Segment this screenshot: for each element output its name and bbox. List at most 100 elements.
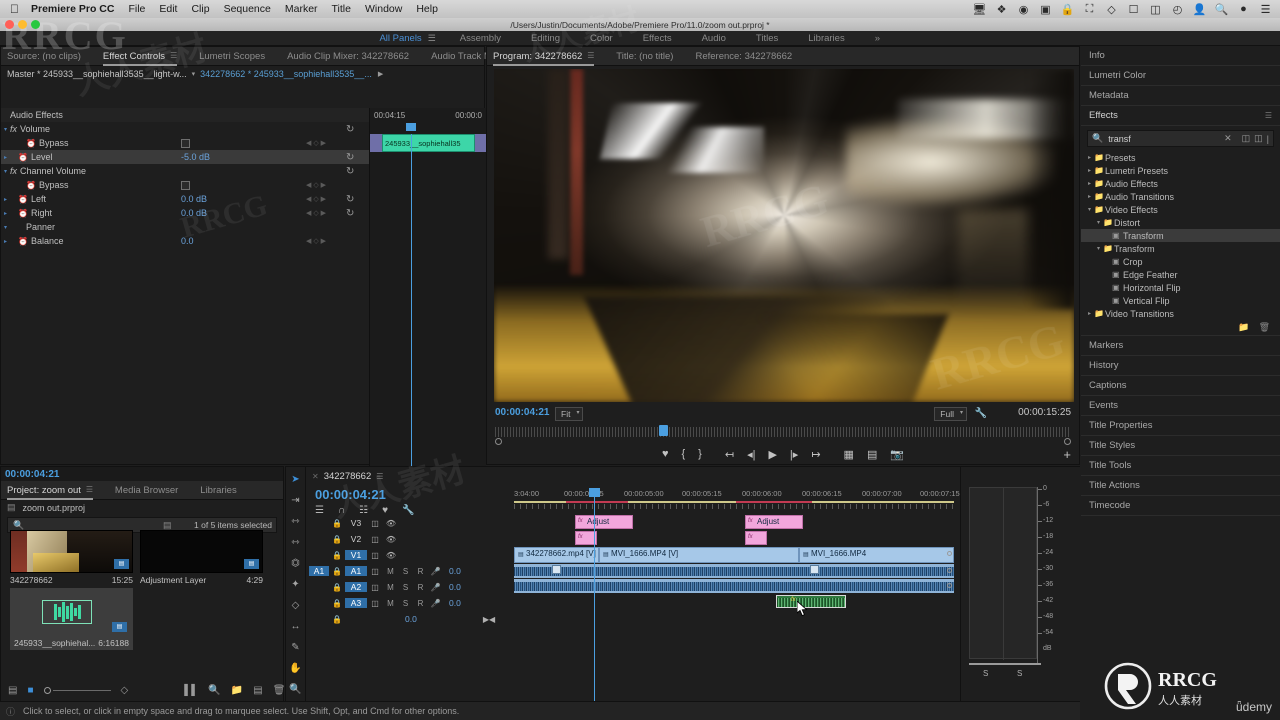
mark-out-icon[interactable]: } (698, 448, 702, 460)
button-editor-add[interactable]: + (1063, 447, 1071, 462)
lock-icon[interactable]: 🔒 (329, 615, 345, 624)
tree-item-audio-effects[interactable]: ▸ 📁 Audio Effects (1081, 177, 1280, 190)
stopwatch-icon[interactable]: ⏰ (18, 209, 28, 218)
panel-metadata[interactable]: Metadata (1081, 86, 1280, 106)
stopwatch-icon[interactable]: ⏰ (18, 195, 28, 204)
param-left[interactable]: ▸ ⏰ Left 0.0 dB ◀ ◇ ▶ ↻ (1, 192, 369, 206)
step-back-icon[interactable]: ◂| (747, 448, 755, 461)
clock-icon[interactable]: ◴ (1171, 3, 1184, 16)
battery-icon[interactable]: ◫ (1149, 3, 1162, 16)
clip-audio-a2[interactable] (514, 579, 954, 593)
reset-icon[interactable]: ↻ (346, 152, 354, 163)
go-to-in-icon[interactable]: ↤ (725, 448, 734, 461)
selection-tool[interactable]: ➤ (289, 473, 303, 485)
sync-lock-icon[interactable]: ◫ (367, 551, 383, 560)
clip-mvi1666-a[interactable]: ▤ MVI_1666.MP4 [V] (599, 547, 799, 563)
source-patch-a1[interactable]: A1 (309, 566, 329, 576)
panel-title-styles[interactable]: Title Styles (1081, 436, 1280, 456)
panel-title-properties[interactable]: Title Properties (1081, 416, 1280, 436)
panel-lumetri-color[interactable]: Lumetri Color (1081, 66, 1280, 86)
stopwatch-icon[interactable]: ⏰ (18, 153, 28, 162)
track-header-v2[interactable]: 🔒 V2 ◫ 👁 (307, 531, 514, 547)
clip-342278662-v[interactable]: ▤ 342278662.mp4 [V] (514, 547, 599, 563)
new-custom-bin-icon[interactable]: ◫ (1254, 133, 1263, 144)
in-point-handle[interactable] (495, 438, 502, 445)
track-header-a1[interactable]: A1 🔒 A1 ◫ M S R 🎤 0.0 (307, 563, 514, 579)
tree-item-distort[interactable]: ▾ 📁 Distort (1081, 216, 1280, 229)
workspace-all-panels[interactable]: All Panels (379, 33, 421, 44)
lock-icon[interactable]: 🔒 (329, 519, 345, 528)
tab-audio-clip-mixer[interactable]: Audio Clip Mixer: 342278662 (287, 51, 409, 62)
bypass-checkbox[interactable] (181, 138, 190, 148)
tab-project[interactable]: Project: zoom out ☰ (7, 485, 93, 500)
track-level-a2[interactable]: 0.0 (449, 582, 461, 592)
slide-tool[interactable]: ↔ (289, 620, 303, 632)
panel-menu-icon[interactable]: ☰ (587, 51, 594, 60)
lock-icon[interactable]: 🔒 (329, 599, 345, 608)
keyframe-toggle-icon[interactable]: ▶◀ (483, 615, 495, 624)
camera-icon[interactable]: ⛶ (1083, 3, 1096, 16)
disclosure-triangle-icon[interactable]: ▸ (1085, 167, 1094, 174)
master-level[interactable]: 0.0 (405, 614, 417, 624)
tree-item-presets[interactable]: ▸ 📁 Presets (1081, 151, 1280, 164)
disclosure-triangle-icon[interactable]: ▾ (1094, 245, 1103, 252)
stopwatch-icon[interactable]: ⏰ (26, 181, 36, 190)
panel-title-tools[interactable]: Title Tools (1081, 456, 1280, 476)
track-name-a1[interactable]: A1 (345, 566, 367, 576)
project-item-adjustment-layer[interactable]: ▤ Adjustment Layer 4:29 (140, 530, 263, 585)
clear-search-icon[interactable]: ✕ (1224, 133, 1232, 144)
razor-tool[interactable]: ✦ (289, 578, 303, 590)
menu-window[interactable]: Window (365, 3, 402, 15)
param-volume-bypass[interactable]: ▾ ⏰ Bypass ◀ ◇ ▶ (1, 136, 369, 150)
timeline-sequence-name[interactable]: 342278662 (324, 471, 372, 482)
tab-source[interactable]: Source: (no clips) (7, 51, 81, 62)
disclosure-triangle-icon[interactable]: ▸ (1085, 193, 1094, 200)
clip-adjustment-2[interactable]: Adjust fx (745, 515, 803, 529)
accelerated-filter-icon[interactable]: | (1267, 134, 1269, 144)
panel-effects-header[interactable]: Effects ☰ (1081, 106, 1280, 126)
param-value[interactable]: 0.0 (181, 236, 194, 246)
tab-media-browser[interactable]: Media Browser (115, 485, 178, 496)
mark-in-icon[interactable]: { (681, 448, 685, 460)
solo-button[interactable]: S (398, 599, 413, 608)
add-marker-icon[interactable]: ♥ (662, 448, 669, 460)
disclosure-triangle-icon[interactable]: ▸ (1, 196, 10, 203)
effect-channel-volume[interactable]: ▾ fx Channel Volume ↻ (1, 164, 369, 178)
mic-icon[interactable]: 🎤 (428, 599, 443, 608)
list-icon[interactable]: ☰ (1259, 3, 1272, 16)
program-video-preview[interactable] (494, 69, 1074, 402)
delete-icon[interactable]: 🗑 (1259, 322, 1270, 333)
record-button[interactable]: R (413, 567, 428, 576)
keyframe-nav[interactable]: ◀ ◇ ▶ (306, 139, 326, 147)
timeline-ruler[interactable]: 3:04:00 00:00:04:15 00:00:05:00 00:00:05… (514, 489, 960, 513)
tab-program[interactable]: Program: 342278662 ☰ (493, 51, 595, 66)
export-frame-icon[interactable]: 📷 (890, 448, 904, 461)
chevron-down-icon[interactable]: ▾ (192, 70, 196, 78)
project-item-video[interactable]: ▤ 342278662 15:25 (10, 530, 133, 585)
play-icon[interactable]: ▶ (768, 448, 776, 461)
tree-item-video-transitions[interactable]: ▸ 📁 Video Transitions (1081, 307, 1280, 320)
workspace-titles[interactable]: Titles (756, 33, 778, 44)
track-header-v3[interactable]: 🔒 V3 ◫ 👁 (307, 515, 514, 531)
disclosure-triangle-icon[interactable]: ▸ (1, 210, 10, 217)
panel-events[interactable]: Events (1081, 396, 1280, 416)
minimize-window-button[interactable] (18, 20, 27, 29)
chrome-icon[interactable]: ◉ (1017, 3, 1030, 16)
display-icon[interactable]: 🖥 (973, 3, 987, 16)
menu-title[interactable]: Title (332, 3, 351, 15)
tree-item-vertical-flip[interactable]: ▣ Vertical Flip (1081, 294, 1280, 307)
tree-item-lumetri-presets[interactable]: ▸ 📁 Lumetri Presets (1081, 164, 1280, 177)
step-forward-icon[interactable]: |▸ (790, 448, 798, 461)
effects-search-field[interactable]: 🔍 transf ✕ ◫ ◫ | (1087, 130, 1274, 147)
playhead-handle[interactable] (589, 488, 600, 497)
disclosure-triangle-icon[interactable]: ▸ (1, 238, 10, 245)
sync-lock-icon[interactable]: ◫ (367, 567, 383, 576)
settings-wrench-icon[interactable]: 🔧 (975, 408, 987, 419)
track-level-a3[interactable]: 0.0 (449, 598, 461, 608)
out-point-handle[interactable] (1064, 438, 1071, 445)
disclosure-triangle-icon[interactable]: ▸ (1085, 180, 1094, 187)
program-playhead[interactable] (659, 425, 668, 436)
trash-icon[interactable]: 🗑 (273, 685, 286, 696)
workspace-overflow-icon[interactable]: » (875, 33, 880, 44)
menu-clip[interactable]: Clip (191, 3, 209, 15)
